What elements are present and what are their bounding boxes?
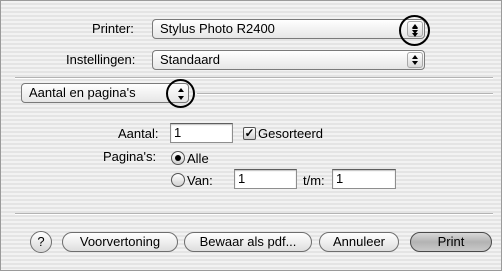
separator-panel (197, 93, 493, 95)
pages-range-radio[interactable] (171, 173, 185, 187)
presets-popup[interactable]: Standaard (152, 50, 425, 70)
preview-button[interactable]: Voorvertoning (62, 232, 178, 252)
separator-top (15, 77, 493, 79)
collated-checkbox[interactable]: ✓ (243, 127, 256, 140)
question-mark-icon: ? (37, 234, 45, 249)
presets-label: Instellingen: (66, 52, 136, 67)
save-pdf-button[interactable]: Bewaar als pdf... (184, 232, 312, 252)
separator-bottom (15, 213, 493, 215)
printer-popup[interactable]: Stylus Photo R2400 (152, 19, 425, 39)
pages-from-input[interactable]: 1 (234, 169, 297, 189)
pages-label: Pagina's: (103, 149, 157, 164)
panel-popup[interactable]: Aantal en pagina's (21, 83, 189, 103)
pages-all-radio[interactable] (171, 151, 185, 165)
print-dialog: Printer: Stylus Photo R2400 Instellingen… (0, 0, 502, 271)
pages-from-label: Van: (187, 173, 213, 188)
up-down-arrows-icon (407, 21, 423, 37)
print-button[interactable]: Print (410, 232, 492, 252)
copies-label: Aantal: (118, 126, 159, 141)
presets-value: Standaard (160, 52, 220, 67)
pages-all-label: Alle (187, 151, 209, 166)
printer-label: Printer: (92, 21, 134, 36)
copies-input[interactable]: 1 (170, 123, 233, 143)
help-button[interactable]: ? (30, 231, 52, 253)
up-down-arrows-icon (407, 52, 423, 68)
panel-value: Aantal en pagina's (29, 85, 136, 100)
pages-to-label: t/m: (303, 173, 325, 188)
pages-to-input[interactable]: 1 (332, 169, 396, 189)
printer-value: Stylus Photo R2400 (160, 21, 275, 36)
collated-label: Gesorteerd (258, 126, 324, 141)
cancel-button[interactable]: Annuleer (319, 232, 399, 252)
